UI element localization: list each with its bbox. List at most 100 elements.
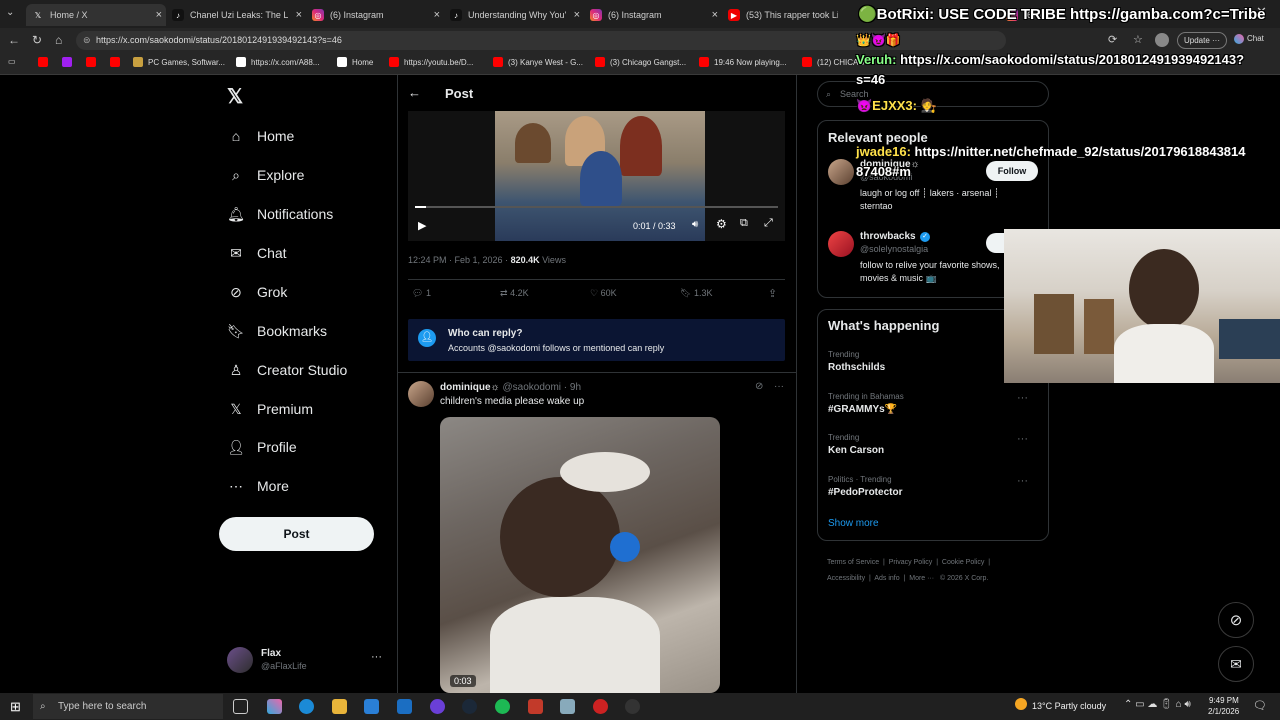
footer-link[interactable]: Accessibility	[827, 575, 865, 582]
tab-tiktok-1[interactable]: ♪ Chanel Uzi Leaks: The Latest ×	[166, 4, 306, 26]
sidebar-item-premium[interactable]: 𝕏 Premium	[227, 398, 313, 420]
sidebar-item-grok[interactable]: ⊘ Grok	[227, 281, 287, 303]
x-logo[interactable]: 𝕏	[227, 84, 243, 109]
share-icon[interactable]: ⇪	[768, 287, 777, 300]
reply-post-handle[interactable]: @saokodomi · 9h	[503, 382, 582, 393]
close-icon[interactable]: ×	[712, 9, 718, 21]
steam-icon[interactable]	[462, 699, 477, 714]
mail-app-icon[interactable]	[397, 699, 412, 714]
weather-text[interactable]: 13°C Partly cloudy	[1032, 701, 1106, 711]
bookmark-item[interactable]	[38, 57, 53, 67]
footer-link[interactable]: Cookie Policy	[942, 559, 984, 566]
repost-button[interactable]: ⇄ 4.2K	[500, 288, 529, 299]
notification-icon[interactable]: 🗨︎	[1253, 699, 1267, 712]
tab-menu-button[interactable]: ⌄	[6, 7, 14, 18]
trend-item[interactable]: Trending in Bahamas #GRAMMYs🏆 ···	[828, 392, 1038, 422]
update-button[interactable]: Update ···	[1177, 32, 1228, 49]
settings-icon[interactable]: ⚙	[716, 217, 727, 231]
play-icon[interactable]: ▶	[418, 219, 426, 232]
avatar[interactable]	[828, 159, 854, 185]
bookmarks-icon[interactable]: ▭	[8, 57, 16, 66]
post-button[interactable]: Post	[219, 517, 374, 551]
close-icon[interactable]: ×	[156, 9, 162, 21]
more-dots-icon[interactable]: ···	[1017, 392, 1028, 404]
bookmark-item[interactable]: (3) Chicago Gangst...	[595, 57, 686, 67]
bookmark-item[interactable]: PC Games, Softwar...	[133, 57, 225, 67]
video-player[interactable]: ▶ 0:01 / 0:33 🔊︎ ⚙ ⧉ ⤢	[408, 111, 785, 241]
sidebar-item-notifications[interactable]: 🔔︎ Notifications	[227, 203, 333, 225]
app-icon[interactable]	[430, 699, 445, 714]
sidebar-item-chat[interactable]: ✉ Chat	[227, 242, 286, 264]
fullscreen-icon[interactable]: ⤢	[764, 217, 773, 230]
copilot-chat-button[interactable]: Chat	[1234, 34, 1264, 44]
task-view-icon[interactable]	[233, 699, 248, 714]
more-dots-icon[interactable]: ···	[1017, 433, 1028, 445]
reply-button[interactable]: 💬︎ 1	[412, 288, 431, 299]
home-icon[interactable]: ⌂	[55, 33, 62, 47]
bookmark-item[interactable]: (3) Kanye West - G...	[493, 57, 583, 67]
copilot-icon[interactable]	[267, 699, 282, 714]
extensions-icon[interactable]: ⟳	[1108, 33, 1117, 46]
file-explorer-icon[interactable]	[332, 699, 347, 714]
game-icon[interactable]	[528, 699, 543, 714]
follow-button[interactable]: Follow	[986, 161, 1038, 181]
footer-link[interactable]: More ···	[909, 575, 934, 582]
sidebar-item-creator-studio[interactable]: ♙ Creator Studio	[227, 359, 348, 381]
app-icon[interactable]	[593, 699, 608, 714]
weather-icon[interactable]	[1015, 698, 1027, 710]
profile-avatar[interactable]	[1155, 33, 1169, 47]
app-icon[interactable]	[560, 699, 575, 714]
clock-date[interactable]: 2/1/2026	[1208, 707, 1239, 716]
messages-float-button[interactable]: ✉	[1218, 646, 1254, 682]
sidebar-item-more[interactable]: ⋯ More	[227, 475, 289, 497]
windows-start-icon[interactable]: ⊞	[10, 699, 21, 715]
tab-instagram-2[interactable]: ◎ (6) Instagram ×	[584, 4, 722, 26]
edge-icon[interactable]	[299, 699, 314, 714]
store-icon[interactable]	[364, 699, 379, 714]
sidebar-item-home[interactable]: ⌂ Home	[227, 125, 295, 147]
tab-tiktok-2[interactable]: ♪ Understanding Why You're S ×	[444, 4, 584, 26]
grok-icon[interactable]: ⊘	[755, 381, 763, 392]
bookmark-item[interactable]: Home	[337, 57, 373, 67]
clock-time[interactable]: 9:49 PM	[1209, 696, 1239, 705]
bookmark-item[interactable]	[86, 57, 101, 67]
account-switcher[interactable]: Flax @aFlaxLife ···	[227, 647, 387, 677]
back-arrow-icon[interactable]: ←	[408, 85, 421, 100]
bookmark-button[interactable]: 🔖︎ 1.3K	[680, 288, 712, 299]
tab-home-x[interactable]: 𝕏 Home / X ×	[26, 4, 166, 26]
avatar[interactable]	[408, 381, 434, 407]
sidebar-item-bookmarks[interactable]: 🔖︎ Bookmarks	[227, 320, 327, 342]
bookmark-item[interactable]: 19:46 Now playing...	[699, 57, 787, 67]
tray-icons[interactable]: ⌃ ▭ ☁ 🔋︎ ⌂ 🔊︎	[1124, 699, 1191, 710]
footer-link[interactable]: Ads info	[874, 575, 899, 582]
trend-item[interactable]: Politics · Trending #PedoProtector ···	[828, 475, 1038, 505]
favorites-icon[interactable]: ☆	[1133, 33, 1143, 46]
reply-post-author[interactable]: dominique☼	[440, 382, 500, 393]
tab-instagram-1[interactable]: ◎ (6) Instagram ×	[306, 4, 444, 26]
spotify-icon[interactable]	[495, 699, 510, 714]
trend-item[interactable]: Trending Ken Carson ···	[828, 433, 1038, 463]
more-dots-icon[interactable]: ···	[774, 381, 784, 392]
avatar[interactable]	[828, 231, 854, 257]
more-dots-icon[interactable]: ···	[1017, 475, 1028, 487]
volume-icon[interactable]: 🔊︎	[692, 219, 698, 230]
obs-icon[interactable]	[625, 699, 640, 714]
bookmark-item[interactable]	[62, 57, 77, 67]
footer-link[interactable]: Privacy Policy	[889, 559, 933, 566]
footer-link[interactable]: Terms of Service	[827, 559, 879, 566]
bookmark-item[interactable]	[110, 57, 125, 67]
show-more-link[interactable]: Show more	[828, 518, 879, 529]
taskbar-search[interactable]: ⌕ Type here to search	[33, 694, 223, 719]
sidebar-item-profile[interactable]: 👤︎ Profile	[227, 436, 297, 458]
close-icon[interactable]: ×	[574, 9, 580, 21]
reply-post-video[interactable]: 0:03	[440, 417, 720, 693]
bookmark-item[interactable]: https://x.com/A88...	[236, 57, 319, 67]
sidebar-item-explore[interactable]: ⌕ Explore	[227, 164, 304, 186]
like-button[interactable]: ♡ 60K	[590, 288, 617, 299]
site-info-icon[interactable]: ⊜	[83, 31, 91, 50]
reload-icon[interactable]: ↻	[32, 33, 42, 47]
close-icon[interactable]: ×	[434, 9, 440, 21]
post-timestamp[interactable]: 12:24 PM · Feb 1, 2026 ·	[408, 255, 511, 265]
close-icon[interactable]: ×	[296, 9, 302, 21]
tab-youtube[interactable]: ▶ (53) This rapper took Lil Bab	[722, 4, 856, 26]
